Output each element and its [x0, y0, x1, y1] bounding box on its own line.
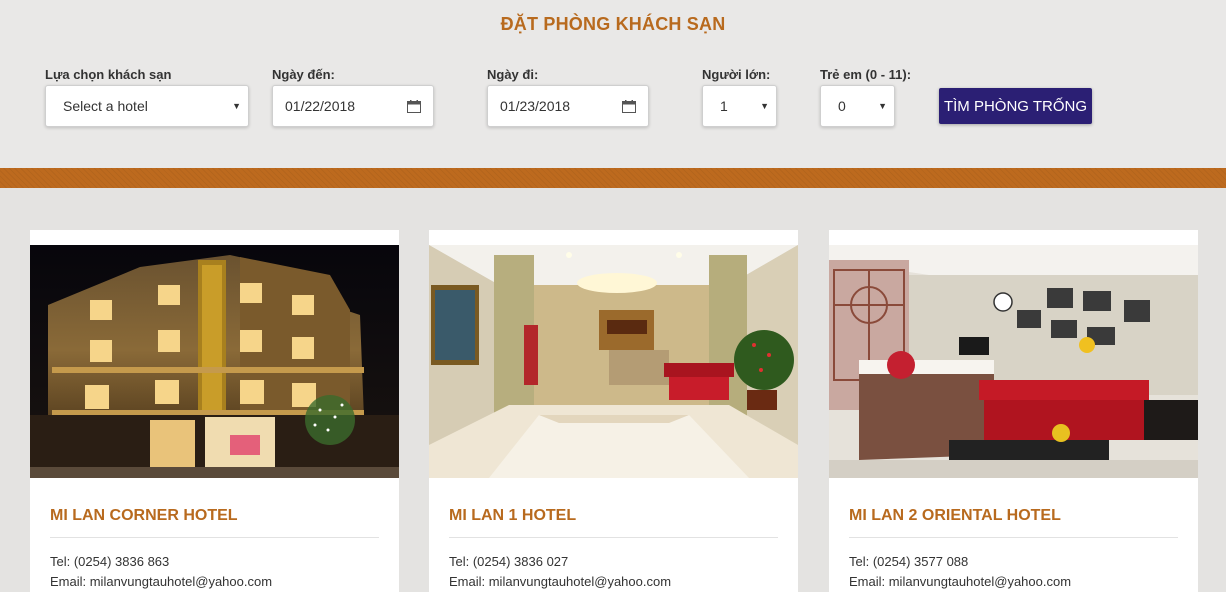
calendar-icon[interactable]	[407, 99, 421, 113]
hotel-tel: Tel: (0254) 3577 088	[849, 554, 969, 569]
hotel-select-value: Select a hotel	[63, 98, 148, 114]
arrival-date-label: Ngày đến:	[272, 67, 335, 82]
departure-date-label: Ngày đi:	[487, 67, 539, 82]
chevron-down-icon: ▼	[878, 101, 887, 111]
adults-label: Người lớn:	[702, 67, 771, 82]
hotel-card[interactable]: MI LAN 1 HOTEL Tel: (0254) 3836 027 Emai…	[429, 230, 798, 592]
hotel-select[interactable]: Select a hotel ▼	[45, 85, 249, 127]
children-select[interactable]: 0 ▼	[820, 85, 895, 127]
departure-date-input[interactable]: 01/23/2018	[487, 85, 649, 127]
hotel-photo[interactable]	[829, 245, 1198, 478]
adults-select-value: 1	[720, 98, 728, 114]
calendar-icon[interactable]	[622, 99, 636, 113]
booking-section: ĐẶT PHÒNG KHÁCH SẠN Lựa chọn khách sạn S…	[0, 0, 1226, 168]
hotel-email: Email: milanvungtauhotel@yahoo.com	[50, 574, 273, 589]
children-label: Trẻ em (0 - 11):	[820, 67, 912, 82]
hotel-email: Email: milanvungtauhotel@yahoo.com	[849, 574, 1072, 589]
hotel-name[interactable]: MI LAN 2 ORIENTAL HOTEL	[849, 507, 1061, 525]
chevron-down-icon: ▼	[232, 101, 241, 111]
hotel-email: Email: milanvungtauhotel@yahoo.com	[449, 574, 672, 589]
hotel-name[interactable]: MI LAN CORNER HOTEL	[50, 507, 238, 525]
hotel-card[interactable]: MI LAN CORNER HOTEL Tel: (0254) 3836 863…	[30, 230, 399, 592]
divider-band	[0, 168, 1226, 188]
hotel-photo[interactable]	[30, 245, 399, 478]
adults-select[interactable]: 1 ▼	[702, 85, 777, 127]
hotel-tel: Tel: (0254) 3836 863	[50, 554, 170, 569]
hotel-photo[interactable]	[429, 245, 798, 478]
children-select-value: 0	[838, 98, 846, 114]
chevron-down-icon: ▼	[760, 101, 769, 111]
arrival-date-value: 01/22/2018	[285, 98, 356, 114]
divider	[449, 537, 778, 538]
hotel-name[interactable]: MI LAN 1 HOTEL	[449, 507, 576, 525]
hotel-select-label: Lựa chọn khách sạn	[45, 67, 172, 82]
divider	[849, 537, 1178, 538]
hotel-card[interactable]: MI LAN 2 ORIENTAL HOTEL Tel: (0254) 3577…	[829, 230, 1198, 592]
booking-title: ĐẶT PHÒNG KHÁCH SẠN	[500, 14, 726, 34]
arrival-date-input[interactable]: 01/22/2018	[272, 85, 434, 127]
departure-date-value: 01/23/2018	[500, 98, 571, 114]
hotel-tel: Tel: (0254) 3836 027	[449, 554, 569, 569]
search-rooms-button[interactable]: TÌM PHÒNG TRỐNG	[939, 88, 1092, 124]
divider	[50, 537, 379, 538]
